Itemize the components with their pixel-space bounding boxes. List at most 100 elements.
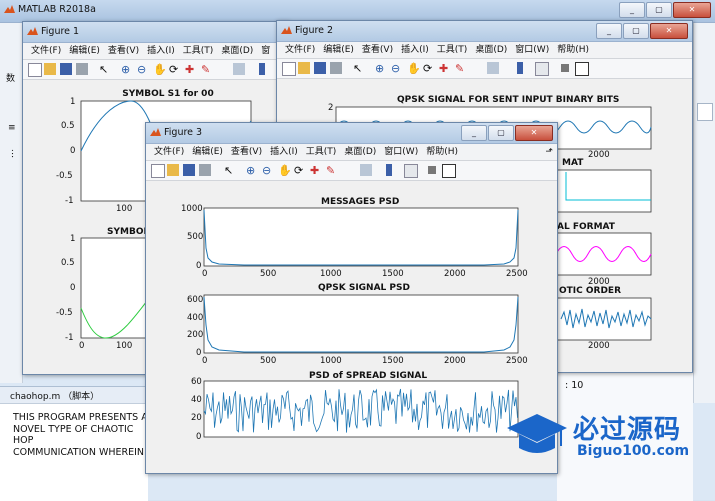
collapse-icon[interactable]: ︙ <box>8 147 17 160</box>
panel-expand-button[interactable] <box>697 103 713 121</box>
hide-tools-icon[interactable] <box>428 166 436 174</box>
link-plot-icon[interactable] <box>233 63 245 75</box>
figure-3-window-controls: _ ▢ ✕ <box>461 125 553 141</box>
pointer-icon[interactable]: ↖ <box>224 164 236 177</box>
menu-insert[interactable]: 插入(I) <box>270 144 298 160</box>
y-tick: 1 <box>70 234 76 244</box>
menu-desktop[interactable]: 桌面(D) <box>221 43 253 59</box>
rotate-icon[interactable]: ⟳ <box>294 164 306 177</box>
maximize-button[interactable]: ▢ <box>488 125 514 141</box>
menu-help[interactable]: 帮助(H) <box>426 144 458 160</box>
menu-window[interactable]: 窗口(W) <box>515 42 549 58</box>
menu-help[interactable]: 帮助(H) <box>557 42 589 58</box>
rotate-icon[interactable]: ⟳ <box>169 63 181 76</box>
close-button[interactable]: ✕ <box>650 23 688 39</box>
minimize-button[interactable]: _ <box>596 23 622 39</box>
y-tick: 0 <box>70 283 76 293</box>
watermark-en: Biguo100.com <box>577 443 690 459</box>
menu-file[interactable]: 文件(F) <box>285 42 315 58</box>
figure-2-titlebar[interactable]: Figure 2 _ ▢ ✕ <box>277 21 692 42</box>
menu-window[interactable]: 窗口(W) <box>384 144 418 160</box>
menu-edit[interactable]: 编辑(E) <box>69 43 100 59</box>
open-file-icon[interactable] <box>167 164 179 176</box>
open-file-icon[interactable] <box>298 62 310 74</box>
menu-view[interactable]: 查看(V) <box>231 144 262 160</box>
save-icon[interactable] <box>60 63 72 75</box>
pan-icon[interactable]: ✋ <box>407 62 421 75</box>
print-icon[interactable] <box>330 62 342 74</box>
show-tools-icon[interactable] <box>442 164 456 178</box>
data-cursor-icon[interactable]: ✚ <box>185 63 197 76</box>
menu-insert[interactable]: 插入(I) <box>401 42 429 58</box>
colorbar-icon[interactable] <box>259 63 265 75</box>
pan-icon[interactable]: ✋ <box>278 164 292 177</box>
menu-edit[interactable]: 编辑(E) <box>323 42 354 58</box>
legend-icon[interactable] <box>535 62 549 76</box>
file-text-line: THIS PROGRAM PRESENTS A <box>13 412 148 423</box>
x-tick: 1000 <box>320 356 342 366</box>
pan-icon[interactable]: ✋ <box>153 63 167 76</box>
minimize-button[interactable]: _ <box>619 2 645 18</box>
brush-icon[interactable]: ✎ <box>326 164 338 177</box>
menu-window[interactable]: 窗 <box>261 43 270 59</box>
x-tick: 2500 <box>506 269 528 279</box>
minimize-button[interactable]: _ <box>461 125 487 141</box>
graduation-cap-icon <box>507 414 567 453</box>
y-tick: 0.5 <box>61 121 75 131</box>
close-button[interactable]: ✕ <box>515 125 553 141</box>
brush-icon[interactable]: ✎ <box>201 63 213 76</box>
plot-title: AL FORMAT <box>557 222 615 232</box>
print-icon[interactable] <box>76 63 88 75</box>
maximize-button[interactable]: ▢ <box>646 2 672 18</box>
save-icon[interactable] <box>183 164 195 176</box>
menu-desktop[interactable]: 桌面(D) <box>475 42 507 58</box>
data-cursor-icon[interactable]: ✚ <box>439 62 451 75</box>
zoom-out-icon[interactable]: ⊖ <box>137 63 149 76</box>
menu-edit[interactable]: 编辑(E) <box>192 144 223 160</box>
menu-tools[interactable]: 工具(T) <box>437 42 468 58</box>
open-file-icon[interactable] <box>44 63 56 75</box>
figure-1-titlebar[interactable]: Figure 1 <box>23 22 288 43</box>
rotate-icon[interactable]: ⟳ <box>423 62 435 75</box>
figure-2-toolbar: ↖ ⊕ ⊖ ✋ ⟳ ✚ ✎ <box>277 59 692 79</box>
brush-icon[interactable]: ✎ <box>455 62 467 75</box>
zoom-out-icon[interactable]: ⊖ <box>391 62 403 75</box>
new-figure-icon[interactable] <box>151 164 165 178</box>
data-cursor-icon[interactable]: ✚ <box>310 164 322 177</box>
new-figure-icon[interactable] <box>28 63 42 77</box>
zoom-out-icon[interactable]: ⊖ <box>262 164 274 177</box>
legend-icon[interactable] <box>404 164 418 178</box>
list-icon[interactable]: ≡ <box>8 123 16 133</box>
close-button[interactable]: ✕ <box>673 2 711 18</box>
figure-3-titlebar[interactable]: Figure 3 _ ▢ ✕ <box>146 123 557 144</box>
hide-tools-icon[interactable] <box>561 64 569 72</box>
print-icon[interactable] <box>199 164 211 176</box>
pointer-icon[interactable]: ↖ <box>99 63 111 76</box>
maximize-button[interactable]: ▢ <box>623 23 649 39</box>
link-plot-icon[interactable] <box>360 164 372 176</box>
save-icon[interactable] <box>314 62 326 74</box>
menu-desktop[interactable]: 桌面(D) <box>344 144 376 160</box>
dock-arrow-icon[interactable]: ⬏ <box>545 144 553 160</box>
zoom-in-icon[interactable]: ⊕ <box>121 63 133 76</box>
menu-file[interactable]: 文件(F) <box>154 144 184 160</box>
y-tick: 500 <box>187 232 204 242</box>
menu-tools[interactable]: 工具(T) <box>306 144 337 160</box>
menu-view[interactable]: 查看(V) <box>362 42 393 58</box>
colorbar-icon[interactable] <box>517 62 523 74</box>
x-tick: 1500 <box>382 356 404 366</box>
new-figure-icon[interactable] <box>282 62 296 76</box>
menu-file[interactable]: 文件(F) <box>31 43 61 59</box>
figure-3-plot-area: MESSAGES PSD 1000 500 0 0 500 1000 1500 … <box>146 181 557 473</box>
zoom-in-icon[interactable]: ⊕ <box>246 164 258 177</box>
figure-2-title: Figure 2 <box>295 25 334 36</box>
menu-tools[interactable]: 工具(T) <box>183 43 214 59</box>
colorbar-icon[interactable] <box>386 164 392 176</box>
link-plot-icon[interactable] <box>487 62 499 74</box>
menu-view[interactable]: 查看(V) <box>108 43 139 59</box>
show-tools-icon[interactable] <box>575 62 589 76</box>
zoom-in-icon[interactable]: ⊕ <box>375 62 387 75</box>
pointer-icon[interactable]: ↖ <box>353 62 365 75</box>
y-tick: 0 <box>70 146 76 156</box>
menu-insert[interactable]: 插入(I) <box>147 43 175 59</box>
